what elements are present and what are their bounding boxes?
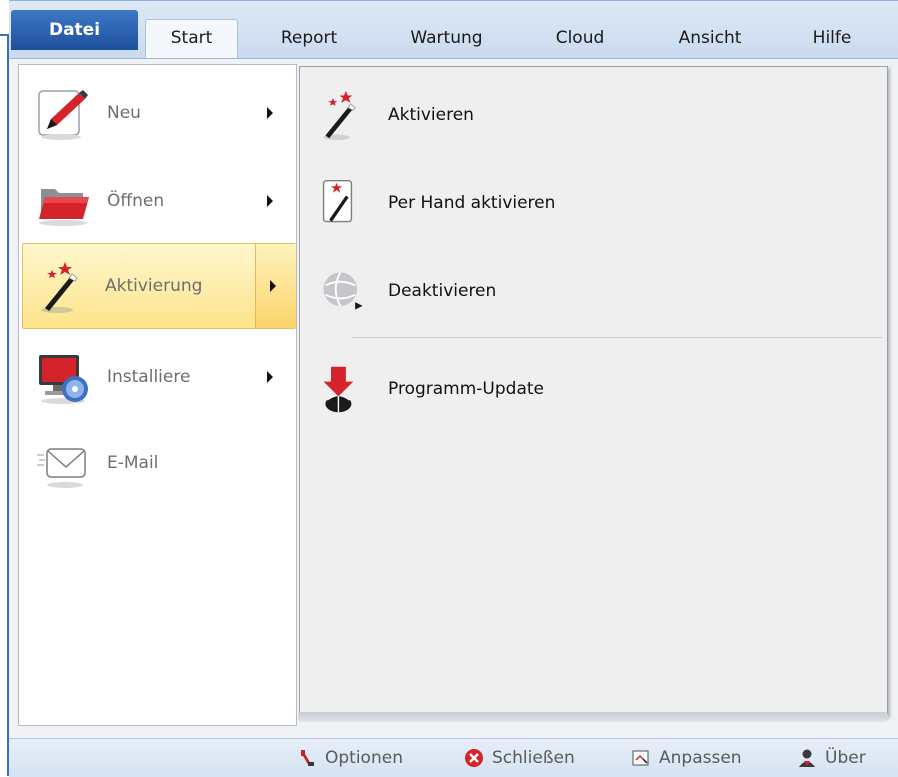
submenu-arrow-icon [267,107,273,119]
submenu-item-per-hand-aktivieren[interactable]: Per Hand aktivieren [300,163,887,243]
aktivierung-submenu-pane: Aktivieren Per Hand aktivieren Deaktivie… [299,66,888,716]
menu-item-offnen-label: Öffnen [107,191,165,211]
menu-item-email[interactable]: E-Mail [19,423,296,503]
magic-wand-icon [41,262,78,313]
optionen-button[interactable]: Optionen [297,739,447,777]
submenu-arrow-icon [267,371,273,383]
submenu-item-deaktivieren[interactable]: Deaktivieren [300,251,887,331]
menu-item-installiere[interactable]: Installiere [19,337,296,417]
tab-ansicht[interactable]: Ansicht [660,19,760,59]
tab-report[interactable]: Report [269,19,349,59]
menu-item-installiere-label: Installiere [107,367,191,387]
tab-wartung[interactable]: Wartung [394,19,499,59]
tab-cloud[interactable]: Cloud [540,19,620,59]
anpassen-label: Anpassen [659,748,742,768]
magic-wand-icon [323,90,356,141]
uber-button[interactable]: Über [797,739,897,777]
submenu-arrow-icon [270,280,276,292]
submenu-arrow-icon [267,195,273,207]
uber-label: Über [825,748,866,768]
menu-item-neu[interactable]: Neu [19,73,296,153]
user-icon [799,749,815,767]
tab-datei[interactable]: Datei [11,10,138,50]
file-menu-left-pane: Neu Öffnen Aktivierung Installiere E-Mai… [18,64,297,726]
menu-item-aktivierung-label: Aktivierung [105,276,203,296]
submenu-item-programm-update-label: Programm-Update [388,379,544,399]
submenu-item-per-hand-aktivieren-label: Per Hand aktivieren [388,193,556,213]
envelope-icon [37,448,86,488]
folder-icon [39,189,89,226]
ribbon-tab-bar: Datei Start Report Wartung Cloud Ansicht… [9,0,898,60]
close-icon [465,749,483,767]
tab-start[interactable]: Start [145,19,238,60]
pen-icon [38,90,88,140]
file-menu-footer: Optionen Schließen Anpassen Über [9,738,898,777]
wrench-icon [301,750,314,766]
submenu-item-deaktivieren-label: Deaktivieren [388,281,497,301]
submenu-pane-bottom-edge [298,712,888,722]
schliessen-label: Schließen [492,748,575,768]
wand-card-icon [322,180,353,223]
update-arrow-icon [323,366,354,413]
schliessen-button[interactable]: Schließen [464,739,614,777]
menu-item-neu-label: Neu [107,103,141,123]
submenu-item-programm-update[interactable]: Programm-Update [300,349,887,429]
optionen-label: Optionen [325,748,403,768]
menu-item-offnen[interactable]: Öffnen [19,161,296,241]
globe-icon [323,271,363,310]
submenu-item-aktivieren[interactable]: Aktivieren [300,75,887,155]
menu-item-email-label: E-Mail [107,453,159,473]
window-left-edge [0,0,16,776]
customize-icon [632,750,649,766]
submenu-divider [352,337,882,338]
submenu-item-aktivieren-label: Aktivieren [388,105,474,125]
menu-item-aktivierung[interactable]: Aktivierung [22,243,296,329]
monitor-disc-icon [39,355,88,404]
tab-hilfe[interactable]: Hilfe [797,19,867,59]
anpassen-button[interactable]: Anpassen [631,739,771,777]
